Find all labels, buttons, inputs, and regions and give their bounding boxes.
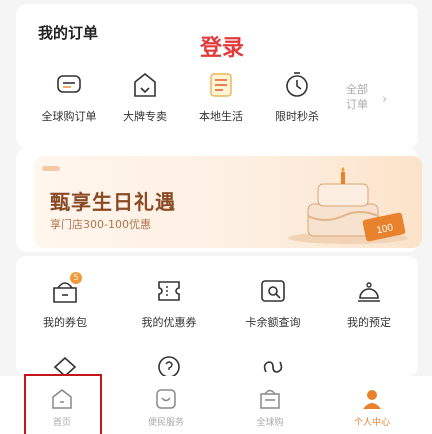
chevron-right-icon: › <box>382 92 388 107</box>
order-item-label: 大牌专卖 <box>123 110 167 123</box>
food-icon <box>210 73 232 97</box>
tab-convenience[interactable]: 便民服务 <box>116 376 216 434</box>
badge-count: 5 <box>70 272 82 284</box>
cart-icon <box>57 75 81 93</box>
service-ticket-wallet[interactable]: 5 我的券包 <box>20 272 110 330</box>
tab-global-buy[interactable]: 全球购 <box>220 376 320 434</box>
order-item-label: 本地生活 <box>199 110 243 123</box>
service-reservation[interactable]: 我的预定 <box>324 276 414 330</box>
service-label: 我的券包 <box>43 316 87 329</box>
service-coupons[interactable]: 我的优惠券 <box>124 276 214 330</box>
tab-label: 便民服务 <box>147 418 184 428</box>
product-query-icon <box>261 280 285 302</box>
brand-shop-icon <box>134 72 156 97</box>
service-card-balance[interactable]: 卡余额查询 <box>228 276 318 330</box>
banner-decoration <box>42 166 60 171</box>
birthday-banner[interactable]: 甄享生日礼遇 享门店300-100优惠 100 <box>34 156 422 248</box>
orders-title: 我的订单 <box>38 24 99 42</box>
banner-subtitle: 享门店300-100优惠 <box>50 218 151 231</box>
timer-icon <box>286 72 308 97</box>
service-label: 我的预定 <box>347 316 391 329</box>
order-item-label: 全球购订单 <box>41 110 97 123</box>
service-label: 我的优惠券 <box>141 316 197 329</box>
convenience-icon <box>156 389 176 409</box>
order-item-label: 限时秒杀 <box>275 110 319 123</box>
order-item-brand[interactable]: 大牌专卖 <box>110 70 180 130</box>
tab-label: 个人中心 <box>353 418 390 428</box>
tab-profile[interactable]: 个人中心 <box>322 376 422 434</box>
service-label: 卡余额查询 <box>245 316 301 329</box>
services-card: 5 我的券包 我的优惠券 卡余额查询 我的预定 <box>16 256 418 378</box>
all-orders-label: 全部订单 <box>346 83 368 111</box>
person-icon <box>363 390 381 409</box>
order-item-global-buy[interactable]: 全球购订单 <box>34 70 104 130</box>
tab-label: 全球购 <box>256 418 284 428</box>
all-orders-link[interactable]: 全部订单 › <box>346 82 396 112</box>
coupon-icon <box>158 281 180 301</box>
highlight-box <box>24 374 102 434</box>
order-item-local[interactable]: 本地生活 <box>186 70 256 130</box>
banner-title: 甄享生日礼遇 <box>50 190 176 214</box>
order-item-flash-sale[interactable]: 限时秒杀 <box>262 70 332 130</box>
global-buy-icon <box>260 389 280 409</box>
birthday-banner-card: 甄享生日礼遇 享门店300-100优惠 100 <box>16 148 422 252</box>
orders-card: 我的订单 登录 全球购订单 大牌专卖 本地生活 限时秒杀 全部订单 › <box>16 4 418 148</box>
birthday-cake-icon: 100 <box>288 167 408 244</box>
reservation-icon <box>358 282 380 302</box>
login-link[interactable]: 登录 <box>200 30 244 62</box>
